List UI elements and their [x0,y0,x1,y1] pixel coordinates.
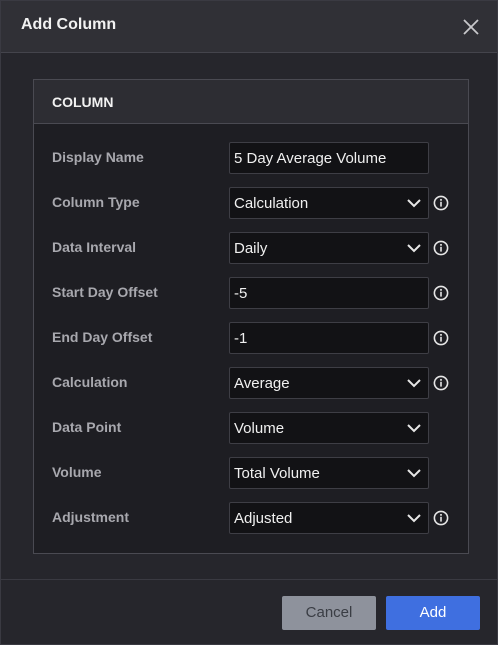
chevron-down-icon [407,379,421,388]
display-name-label: Display Name [52,149,144,165]
column-type-info-icon[interactable] [433,195,449,211]
footer-divider [1,579,497,580]
volume-label: Volume [52,464,102,480]
data-interval-value: Daily [234,240,268,257]
data-interval-label: Data Interval [52,239,137,255]
add-button[interactable]: Add [386,596,480,630]
chevron-down-icon [407,469,421,478]
panel-title: COLUMN [52,94,114,110]
calculation-label: Calculation [52,374,128,390]
end-day-offset-input[interactable]: -1 [229,322,429,354]
volume-select[interactable]: Total Volume [229,457,429,489]
adjustment-label: Adjustment [52,509,129,525]
data-point-value: Volume [234,420,285,437]
start-day-offset-value: -5 [234,285,248,302]
close-icon[interactable] [461,17,481,37]
volume-value: Total Volume [234,465,320,482]
end-day-offset-value: -1 [234,330,248,347]
data-interval-select[interactable]: Daily [229,232,429,264]
calculation-value: Average [234,375,290,392]
chevron-down-icon [407,244,421,253]
display-name-value: 5 Day Average Volume [234,150,387,167]
chevron-down-icon [407,424,421,433]
chevron-down-icon [407,514,421,523]
calculation-select[interactable]: Average [229,367,429,399]
end-day-offset-label: End Day Offset [52,329,153,345]
end-day-offset-info-icon[interactable] [433,330,449,346]
adjustment-value: Adjusted [234,510,293,527]
dialog-title: Add Column [21,16,117,33]
data-point-label: Data Point [52,419,122,435]
data-point-select[interactable]: Volume [229,412,429,444]
column-type-value: Calculation [234,195,309,212]
chevron-down-icon [407,199,421,208]
start-day-offset-info-icon[interactable] [433,285,449,301]
panel-header: COLUMN [34,80,468,124]
column-type-label: Column Type [52,194,140,210]
adjustment-select[interactable]: Adjusted [229,502,429,534]
dialog-header: Add Column [1,1,497,53]
adjustment-info-icon[interactable] [433,510,449,526]
display-name-input[interactable]: 5 Day Average Volume [229,142,429,174]
cancel-button[interactable]: Cancel [282,596,376,630]
data-interval-info-icon[interactable] [433,240,449,256]
add-column-dialog: Add Column COLUMN Display Name 5 Day Ave… [0,0,498,645]
start-day-offset-label: Start Day Offset [52,284,158,300]
calculation-info-icon[interactable] [433,375,449,391]
start-day-offset-input[interactable]: -5 [229,277,429,309]
column-type-select[interactable]: Calculation [229,187,429,219]
